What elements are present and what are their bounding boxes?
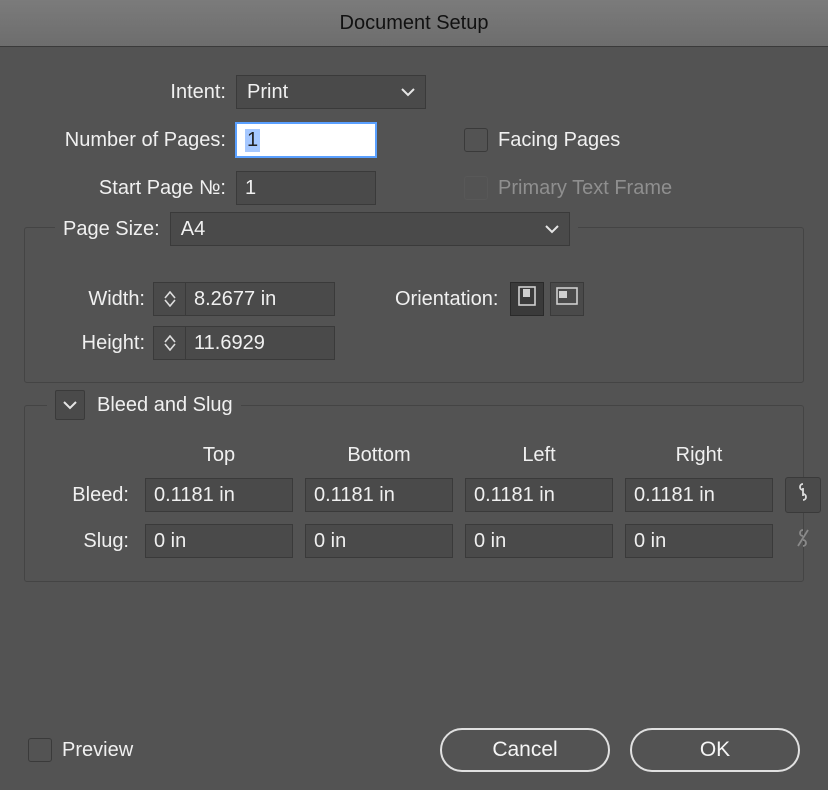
- num-pages-label: Number of Pages:: [24, 129, 236, 152]
- intent-value: Print: [247, 81, 288, 104]
- orientation-landscape-button[interactable]: [550, 282, 584, 316]
- dialog-title: Document Setup: [340, 12, 489, 35]
- height-value: 11.6929: [194, 332, 265, 355]
- num-pages-input[interactable]: 1: [236, 123, 376, 157]
- chevron-down-icon: [545, 224, 559, 234]
- intent-select[interactable]: Print: [236, 75, 426, 109]
- bleed-right-input[interactable]: 0.1181 in: [625, 478, 773, 512]
- facing-pages-checkbox[interactable]: [464, 128, 488, 152]
- document-setup-dialog: Document Setup Intent: Print Number of P…: [0, 0, 828, 790]
- slug-bottom-input[interactable]: 0 in: [305, 524, 453, 558]
- start-page-value: 1: [245, 177, 256, 200]
- cancel-button[interactable]: Cancel: [440, 728, 610, 772]
- orientation-portrait-button[interactable]: [510, 282, 544, 316]
- ok-button[interactable]: OK: [630, 728, 800, 772]
- slug-right-input[interactable]: 0 in: [625, 524, 773, 558]
- bleed-slug-disclosure[interactable]: [55, 390, 85, 420]
- slug-left-input[interactable]: 0 in: [465, 524, 613, 558]
- slug-label: Slug:: [45, 530, 133, 553]
- facing-pages-label[interactable]: Facing Pages: [498, 129, 620, 152]
- width-value: 8.2677 in: [194, 288, 276, 311]
- height-stepper[interactable]: [153, 326, 185, 360]
- intent-label: Intent:: [24, 81, 236, 104]
- col-right: Right: [625, 444, 773, 467]
- width-input[interactable]: 8.2677 in: [185, 282, 335, 316]
- col-left: Left: [465, 444, 613, 467]
- num-pages-value: 1: [245, 129, 260, 152]
- dialog-titlebar: Document Setup: [0, 0, 828, 47]
- chevron-down-icon: [401, 87, 415, 97]
- bleed-link-toggle[interactable]: [785, 477, 821, 513]
- start-page-label: Start Page №:: [24, 177, 236, 200]
- height-input[interactable]: 11.6929: [185, 326, 335, 360]
- preview-checkbox[interactable]: [28, 738, 52, 762]
- height-label: Height:: [45, 332, 153, 355]
- chevron-down-icon: [63, 400, 77, 410]
- col-top: Top: [145, 444, 293, 467]
- bleed-bottom-input[interactable]: 0.1181 in: [305, 478, 453, 512]
- page-size-value: A4: [181, 218, 205, 241]
- primary-text-frame-label: Primary Text Frame: [498, 177, 672, 200]
- bleed-slug-title: Bleed and Slug: [97, 394, 233, 417]
- slug-link-toggle[interactable]: [785, 523, 821, 559]
- slug-top-input[interactable]: 0 in: [145, 524, 293, 558]
- bleed-label: Bleed:: [45, 484, 133, 507]
- landscape-icon: [556, 287, 578, 311]
- page-size-select[interactable]: A4: [170, 212, 570, 246]
- primary-text-frame-checkbox: [464, 176, 488, 200]
- width-label: Width:: [45, 288, 153, 311]
- preview-label[interactable]: Preview: [62, 739, 133, 762]
- bleed-left-input[interactable]: 0.1181 in: [465, 478, 613, 512]
- col-bottom: Bottom: [305, 444, 453, 467]
- link-icon: [796, 482, 810, 508]
- portrait-icon: [518, 286, 536, 312]
- width-stepper[interactable]: [153, 282, 185, 316]
- page-size-label: Page Size:: [63, 218, 160, 241]
- bleed-top-input[interactable]: 0.1181 in: [145, 478, 293, 512]
- orientation-label: Orientation:: [395, 288, 498, 311]
- unlink-icon: [796, 528, 810, 554]
- start-page-input[interactable]: 1: [236, 171, 376, 205]
